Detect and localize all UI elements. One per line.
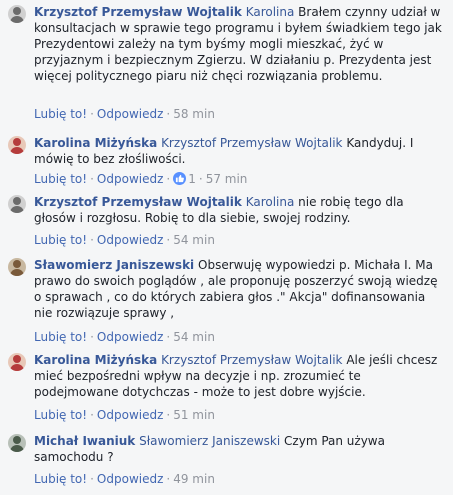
comment-mention[interactable]: Krzysztof Przemysław Wojtalik [161,136,342,150]
comment-time[interactable]: 54 min [173,233,215,247]
comment-author[interactable]: Krzysztof Przemysław Wojtalik [34,195,242,209]
reply-link[interactable]: Odpowiedz [97,472,163,486]
like-link[interactable]: Lubię to! [34,172,87,186]
reply-link[interactable]: Odpowiedz [97,233,163,247]
separator: · [166,408,171,422]
reply-link[interactable]: Odpowiedz [97,330,163,344]
separator: · [166,472,171,486]
comment-mention[interactable]: Sławomierz Janiszewski [139,434,280,448]
comment-actions: Lubię to! · Odpowiedz · 1 · 57 min [34,171,444,187]
comment-author[interactable]: Krzysztof Przemysław Wojtalik [34,5,242,19]
separator: · [166,330,171,344]
comment-author[interactable]: Michał Iwaniuk [34,434,135,448]
comment-body: Krzysztof Przemysław Wojtalik Karolina B… [34,4,444,84]
separator: · [90,408,94,422]
separator: · [166,107,171,121]
comment-mention[interactable]: Karolina [246,5,295,19]
comment-actions: Lubię to! · Odpowiedz · 54 min [34,329,444,345]
separator: · [166,172,171,186]
comment-body: Sławomierz Janiszewski Obserwuję wypowie… [34,257,444,321]
like-reaction-icon[interactable] [173,172,187,185]
comment-actions: Lubię to! · Odpowiedz · 58 min [34,106,444,122]
comment-body: Karolina Miżyńska Krzysztof Przemysław W… [34,352,444,400]
like-link[interactable]: Lubię to! [34,408,87,422]
like-link[interactable]: Lubię to! [34,472,87,486]
avatar[interactable] [8,353,26,371]
reply-link[interactable]: Odpowiedz [97,107,163,121]
like-link[interactable]: Lubię to! [34,330,87,344]
separator: · [90,107,94,121]
avatar[interactable] [8,195,26,213]
comment-time[interactable]: 54 min [173,330,215,344]
comment-author[interactable]: Sławomierz Janiszewski [34,258,194,272]
comment-mention[interactable]: Krzysztof Przemysław Wojtalik [161,353,342,367]
avatar[interactable] [8,258,26,276]
like-link[interactable]: Lubię to! [34,233,87,247]
separator: · [90,172,94,186]
comment-mention[interactable]: Karolina [246,195,295,209]
reaction-count[interactable]: 1 [188,172,196,186]
reply-link[interactable]: Odpowiedz [97,172,163,186]
avatar[interactable] [8,136,26,154]
comment-body: Karolina Miżyńska Krzysztof Przemysław W… [34,135,444,167]
separator: · [90,472,94,486]
comment-time[interactable]: 51 min [173,408,215,422]
avatar[interactable] [8,434,26,452]
comment-actions: Lubię to! · Odpowiedz · 54 min [34,232,444,248]
comment-actions: Lubię to! · Odpowiedz · 51 min [34,407,444,423]
comment-time[interactable]: 57 min [206,172,248,186]
avatar[interactable] [8,5,26,23]
comment-time[interactable]: 58 min [173,107,215,121]
separator: · [198,172,203,186]
comment-author[interactable]: Karolina Miżyńska [34,136,157,150]
comment-actions: Lubię to! · Odpowiedz · 49 min [34,471,444,487]
separator: · [90,330,94,344]
comment-author[interactable]: Karolina Miżyńska [34,353,157,367]
reply-link[interactable]: Odpowiedz [97,408,163,422]
separator: · [166,233,171,247]
comment-body: Krzysztof Przemysław Wojtalik Karolina n… [34,194,444,226]
separator: · [90,233,94,247]
comment-time[interactable]: 49 min [173,472,215,486]
like-link[interactable]: Lubię to! [34,107,87,121]
comment-body: Michał Iwaniuk Sławomierz Janiszewski Cz… [34,433,444,465]
